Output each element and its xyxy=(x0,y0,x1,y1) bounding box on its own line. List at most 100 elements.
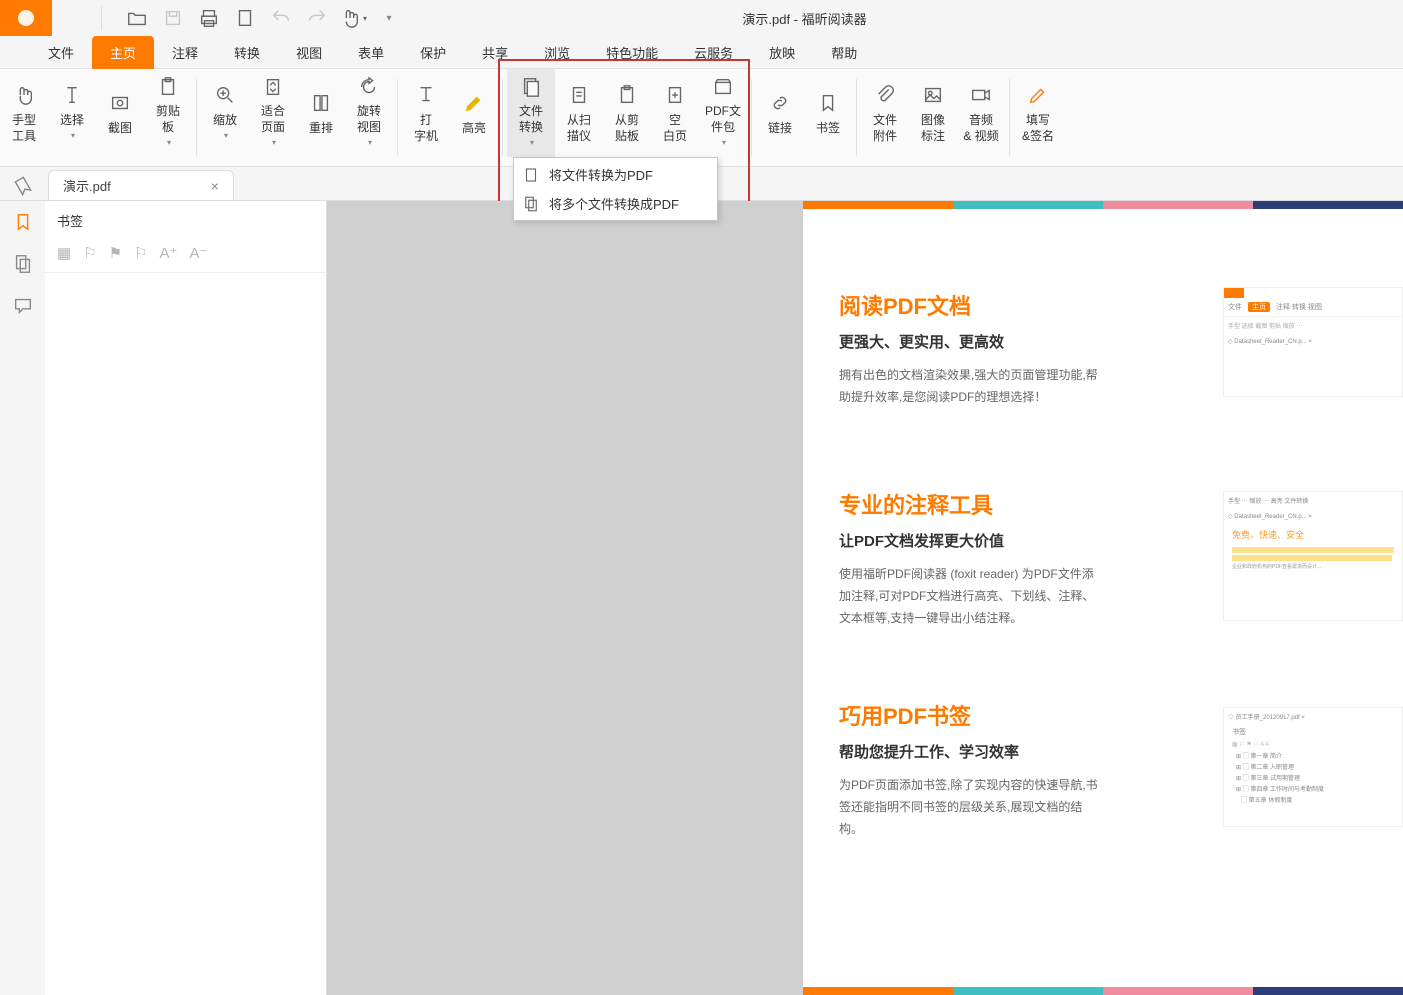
tab-form[interactable]: 表单 xyxy=(340,36,402,69)
tab-browse[interactable]: 浏览 xyxy=(526,36,588,69)
tab-convert[interactable]: 转换 xyxy=(216,36,278,69)
bookmark-panel-button[interactable] xyxy=(12,211,34,233)
export-button[interactable] xyxy=(228,4,262,32)
document-tab[interactable]: 演示.pdf × xyxy=(48,170,234,200)
save-icon xyxy=(162,7,184,29)
panel-toolbar: ▦ ⚐ ⚑ ⚐ A⁺ A⁻ xyxy=(45,240,326,273)
redo-button[interactable] xyxy=(300,4,334,32)
files-icon xyxy=(522,193,540,215)
tab-protect[interactable]: 保护 xyxy=(402,36,464,69)
hand-tool-icon xyxy=(13,84,35,106)
bookmark-icon xyxy=(12,211,34,233)
tab-comment[interactable]: 注释 xyxy=(154,36,216,69)
open-button[interactable] xyxy=(120,4,154,32)
workspace: 书签 ▦ ⚐ ⚑ ⚐ A⁺ A⁻ ◂ 文件 主页 注释 转换 视图 手型 选择 … xyxy=(0,201,1403,995)
scanner-icon xyxy=(568,84,590,106)
reflow-icon xyxy=(310,92,332,114)
clipboard-button[interactable]: 剪贴 板▾ xyxy=(144,69,192,157)
snapshot-button[interactable]: 截图 xyxy=(96,69,144,157)
package-icon xyxy=(712,76,734,98)
link-icon xyxy=(769,92,791,114)
page-icon xyxy=(234,7,256,29)
document-view[interactable]: 文件 主页 注释 转换 视图 手型 选择 截图 剪贴 缩放 ⋯ ◇ Datash… xyxy=(327,201,1403,995)
snapshot-icon xyxy=(109,92,131,114)
blank-page-button[interactable]: 空 白页 xyxy=(651,69,699,157)
clipboard-icon xyxy=(157,76,179,98)
fill-sign-button[interactable]: 填写 &签名 xyxy=(1014,69,1062,157)
bookmarks-panel: 书签 ▦ ⚐ ⚑ ⚐ A⁺ A⁻ xyxy=(45,201,327,995)
comments-panel-button[interactable] xyxy=(12,295,34,317)
pages-icon xyxy=(12,253,34,275)
close-tab-button[interactable]: × xyxy=(211,178,219,194)
from-scanner-button[interactable]: 从扫 描仪 xyxy=(555,69,603,157)
pages-panel-button[interactable] xyxy=(12,253,34,275)
tab-features[interactable]: 特色功能 xyxy=(588,36,676,69)
rotate-icon xyxy=(358,76,380,98)
pdf-package-button[interactable]: PDF文 件包▾ xyxy=(699,69,747,157)
tab-view[interactable]: 视图 xyxy=(278,36,340,69)
panel-tool-5[interactable]: A⁺ xyxy=(160,244,178,262)
file-convert-dropdown: 将文件转换为PDF 将多个文件转换成PDF xyxy=(513,157,718,221)
typewriter-button[interactable]: 打 字机 xyxy=(402,69,450,157)
thumbnail-1: 文件 主页 注释 转换 视图 手型 选择 截图 剪贴 缩放 ⋯ ◇ Datash… xyxy=(1223,287,1403,397)
typewriter-icon xyxy=(415,84,437,106)
zoom-button[interactable]: 缩放▾ xyxy=(201,69,249,157)
file-convert-button[interactable]: 文件 转换▾ xyxy=(507,69,555,157)
tab-home[interactable]: 主页 xyxy=(92,36,154,69)
blank-page-icon xyxy=(664,84,686,106)
redo-icon xyxy=(306,7,328,29)
undo-button[interactable] xyxy=(264,4,298,32)
app-logo[interactable] xyxy=(0,0,52,36)
document-tab-label: 演示.pdf xyxy=(63,176,111,195)
audio-video-button[interactable]: 音频 & 视频 xyxy=(957,69,1005,157)
title-bar: ▾ ▾ 演示.pdf - 福昕阅读器 xyxy=(0,0,1403,36)
image-annotation-button[interactable]: 图像 标注 xyxy=(909,69,957,157)
panel-tool-4[interactable]: ⚐ xyxy=(134,244,147,262)
quick-access-toolbar: ▾ ▾ xyxy=(120,4,406,32)
window-title: 演示.pdf - 福昕阅读器 xyxy=(406,9,1203,28)
tab-share[interactable]: 共享 xyxy=(464,36,526,69)
convert-multiple-files-item[interactable]: 将多个文件转换成PDF xyxy=(514,189,717,218)
file-convert-icon xyxy=(520,76,542,98)
attachment-button[interactable]: 文件 附件 xyxy=(861,69,909,157)
hand-tool-button[interactable]: 手型 工具 xyxy=(0,69,48,157)
reflow-button[interactable]: 重排 xyxy=(297,69,345,157)
panel-tool-3[interactable]: ⚑ xyxy=(109,244,122,262)
convert-file-to-pdf-item[interactable]: 将文件转换为PDF xyxy=(514,160,717,189)
image-icon xyxy=(922,84,944,106)
section-3: ◇ 员工手册_20120917.pdf × 书签 ▦ ⚐ ⚑ ⚐ A A ⊞ ▢… xyxy=(803,639,1403,850)
thumbnail-2: 手型 ⋯ 缩放 ⋯ 高亮 文件转换 ◇ Datasheet_Reader_CN.… xyxy=(1223,491,1403,621)
thumbnail-3: ◇ 员工手册_20120917.pdf × 书签 ▦ ⚐ ⚑ ⚐ A A ⊞ ▢… xyxy=(1223,707,1403,827)
link-button[interactable]: 链接 xyxy=(756,69,804,157)
panel-tool-2[interactable]: ⚐ xyxy=(83,244,96,262)
touch-mode-button[interactable]: ▾ xyxy=(336,4,370,32)
left-navigation-bar xyxy=(0,201,45,995)
comment-icon xyxy=(12,295,34,317)
zoom-icon xyxy=(214,84,236,106)
pdf-page: 文件 主页 注释 转换 视图 手型 选择 截图 剪贴 缩放 ⋯ ◇ Datash… xyxy=(803,201,1403,995)
tab-cloud[interactable]: 云服务 xyxy=(676,36,751,69)
qat-dropdown-button[interactable]: ▾ xyxy=(372,4,406,32)
section-2: 手型 ⋯ 缩放 ⋯ 高亮 文件转换 ◇ Datasheet_Reader_CN.… xyxy=(803,418,1403,639)
panel-tool-1[interactable]: ▦ xyxy=(57,244,71,262)
rotate-view-button[interactable]: 旋转 视图▾ xyxy=(345,69,393,157)
tag-icon xyxy=(12,175,34,197)
color-strip-top xyxy=(803,201,1403,209)
highlight-button[interactable]: 高亮 xyxy=(450,69,498,157)
print-button[interactable] xyxy=(192,4,226,32)
color-strip-bottom xyxy=(803,987,1403,995)
hand-icon xyxy=(339,7,361,29)
select-button[interactable]: 选择▾ xyxy=(48,69,96,157)
fit-page-button[interactable]: 适合 页面▾ xyxy=(249,69,297,157)
tab-file[interactable]: 文件 xyxy=(30,36,92,69)
from-clipboard-button[interactable]: 从剪 贴板 xyxy=(603,69,651,157)
tab-help[interactable]: 帮助 xyxy=(813,36,875,69)
menu-bar: 文件 主页 注释 转换 视图 表单 保护 共享 浏览 特色功能 云服务 放映 帮… xyxy=(0,36,1403,69)
save-button[interactable] xyxy=(156,4,190,32)
attachment-icon xyxy=(874,84,896,106)
tab-play[interactable]: 放映 xyxy=(751,36,813,69)
bookmark-button[interactable]: 书签 xyxy=(804,69,852,157)
from-clipboard-icon xyxy=(616,84,638,106)
panel-tool-6[interactable]: A⁻ xyxy=(189,244,207,262)
ribbon-toolbar: 手型 工具 选择▾ 截图 剪贴 板▾ 缩放▾ 适合 页面▾ 重排 旋转 视图▾ … xyxy=(0,69,1403,167)
